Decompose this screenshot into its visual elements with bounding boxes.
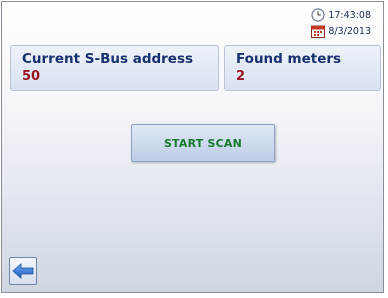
- left-arrow-icon: [12, 263, 34, 279]
- screen: 17:43:08 8/3/2013 Current S-Bus address …: [1, 1, 384, 293]
- date-text: 8/3/2013: [328, 26, 371, 37]
- found-meters-value: 2: [236, 69, 246, 84]
- time-text: 17:43:08: [328, 9, 371, 21]
- time-display: 17:43:08: [311, 8, 371, 22]
- calendar-icon: [311, 25, 326, 38]
- clock-icon: [311, 8, 325, 22]
- found-meters-panel: Found meters 2: [224, 45, 381, 91]
- back-button[interactable]: [9, 257, 37, 285]
- start-scan-button[interactable]: START SCAN: [131, 124, 275, 162]
- sbus-address-title: Current S-Bus address: [22, 51, 194, 67]
- found-meters-title: Found meters: [236, 51, 342, 67]
- sbus-address-value: 50: [22, 69, 41, 84]
- date-display: 8/3/2013: [311, 25, 371, 38]
- start-scan-label: START SCAN: [163, 136, 243, 150]
- sbus-address-panel: Current S-Bus address 50: [10, 45, 219, 91]
